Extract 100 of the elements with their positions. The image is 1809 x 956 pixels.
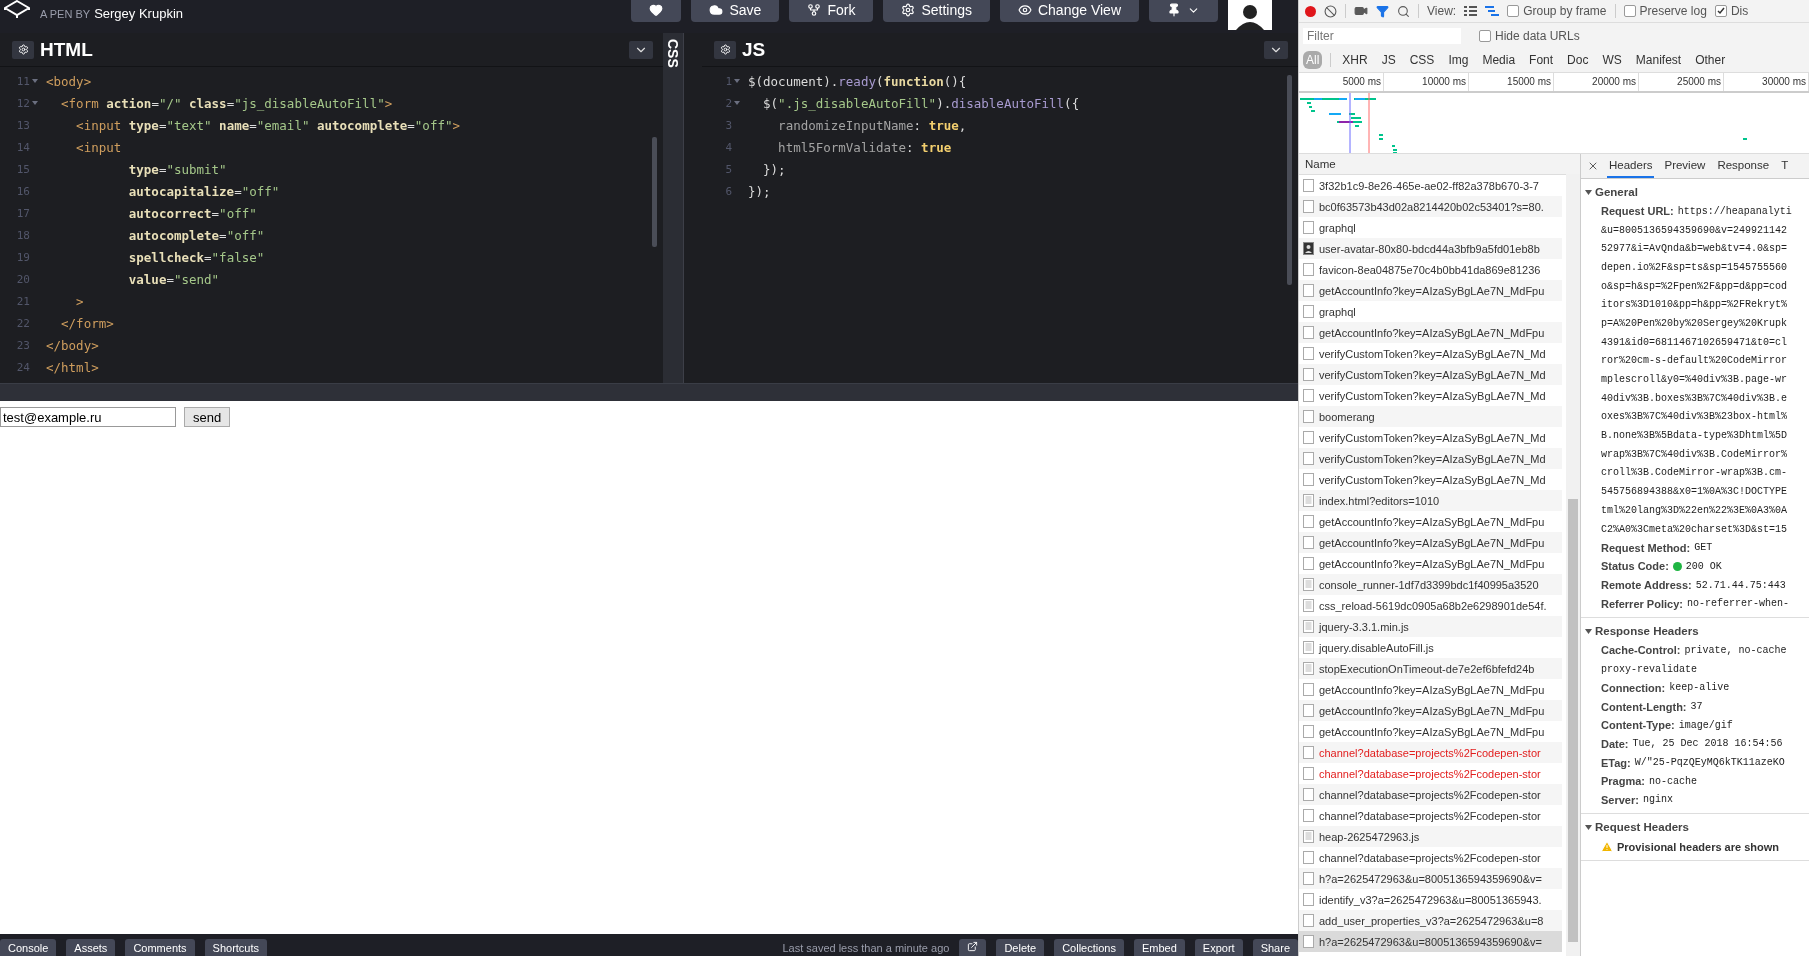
send-button[interactable]: send xyxy=(184,407,231,427)
request-row[interactable]: heap-2625472963.js xyxy=(1299,826,1562,847)
header-value: depen.io%2F&sp=ts&sp=1545755560 xyxy=(1601,261,1788,273)
request-row[interactable]: verifyCustomToken?key=AIzaSyBgLAe7N_Md xyxy=(1299,364,1562,385)
code-line: $(".js_disableAutoFill").disableAutoFill({ xyxy=(762,95,1080,111)
chevron-button[interactable] xyxy=(1264,40,1288,59)
section-header[interactable]: General xyxy=(1581,182,1642,202)
request-row[interactable]: getAccountInfo?key=AIzaSyBgLAe7N_MdFpu xyxy=(1299,322,1562,343)
filter-icon[interactable] xyxy=(1376,4,1389,18)
document-icon xyxy=(1303,662,1314,675)
header-value: private, no-cache xyxy=(1684,644,1787,656)
footer-button[interactable]: Delete xyxy=(996,939,1045,956)
clear-icon[interactable] xyxy=(1324,4,1337,18)
column-header[interactable]: Name xyxy=(1305,158,1336,170)
request-row[interactable]: user-avatar-80x80-bdcd44a3bfb9a5fd01eb8b xyxy=(1299,238,1562,259)
request-row[interactable]: h?a=2625472963&u=8005136594359690&v= xyxy=(1299,931,1562,952)
heart-button[interactable] xyxy=(631,0,682,22)
header-name: Content-Type: xyxy=(1601,719,1675,732)
line-number: 14 xyxy=(16,140,30,154)
type-filter[interactable]: XHR xyxy=(1339,51,1371,69)
toolbar-button[interactable]: Change View xyxy=(999,0,1139,22)
section-header[interactable]: Response Headers xyxy=(1581,621,1703,642)
footer-button[interactable]: Assets xyxy=(66,939,116,956)
fold-icon[interactable] xyxy=(32,100,38,106)
footer-button[interactable]: Share xyxy=(1252,939,1298,956)
settings-button[interactable] xyxy=(714,40,736,59)
type-filter[interactable]: WS xyxy=(1599,51,1625,69)
tab[interactable]: Headers xyxy=(1607,154,1655,178)
type-filter[interactable]: CSS xyxy=(1406,51,1438,69)
checkbox[interactable]: Dis xyxy=(1714,4,1749,18)
document-icon xyxy=(1303,620,1314,633)
fold-icon[interactable] xyxy=(32,78,38,84)
footer-button[interactable]: Console xyxy=(0,939,57,956)
record-button[interactable] xyxy=(1305,5,1316,17)
type-filter[interactable]: Other xyxy=(1692,51,1729,69)
request-row[interactable]: boomerang xyxy=(1299,406,1562,427)
line-number: 22 xyxy=(16,316,30,330)
header-name: Status Code: xyxy=(1601,560,1669,573)
list-view-icon[interactable] xyxy=(1464,5,1478,17)
request-row[interactable]: getAccountInfo?key=AIzaSyBgLAe7N_MdFpu xyxy=(1299,700,1562,721)
type-filter[interactable]: Manifest xyxy=(1632,51,1685,69)
request-row[interactable]: bc0f63573b43d02a8214420b02c53401?s=80. xyxy=(1299,196,1562,217)
request-row[interactable]: h?a=2625472963&u=8005136594359690&v= xyxy=(1299,868,1562,889)
fold-icon[interactable] xyxy=(734,78,740,84)
scrollbar-thumb[interactable] xyxy=(652,137,657,247)
checkbox[interactable]: Preserve log xyxy=(1623,4,1707,18)
type-filter[interactable]: Font xyxy=(1526,51,1557,69)
request-row[interactable]: getAccountInfo?key=AIzaSyBgLAe7N_MdFpu xyxy=(1299,280,1562,301)
code-line: spellcheck="false" xyxy=(127,249,265,265)
toolbar-button[interactable]: Save xyxy=(691,0,780,22)
type-filter[interactable]: Media xyxy=(1479,51,1519,69)
scrollbar-thumb[interactable] xyxy=(1287,75,1292,285)
header-value: 545756894388&x0=1%0A%3C!DOCTYPE xyxy=(1601,486,1788,498)
search-icon[interactable] xyxy=(1397,4,1410,18)
file-icon xyxy=(1303,305,1314,318)
section-header[interactable]: Request Headers xyxy=(1581,817,1693,838)
request-row[interactable]: jquery-3.3.1.min.js xyxy=(1299,616,1562,637)
eye-icon xyxy=(1017,3,1032,17)
scrollbar[interactable] xyxy=(1566,174,1580,956)
request-row[interactable]: console_runner-1df7d3399bdc1f40995a3520 xyxy=(1299,574,1562,595)
file-icon xyxy=(1303,326,1314,339)
request-row[interactable]: index.html?editors=1010 xyxy=(1299,490,1562,511)
tab[interactable]: Response xyxy=(1715,154,1772,178)
waterfall-icon[interactable] xyxy=(1485,5,1500,17)
footer-button[interactable]: Embed xyxy=(1134,939,1185,956)
avatar-icon[interactable] xyxy=(1228,0,1272,30)
footer-button[interactable]: Shortcuts xyxy=(204,939,268,956)
fold-icon[interactable] xyxy=(734,100,740,106)
type-filter[interactable]: Doc xyxy=(1564,51,1592,69)
toolbar-button[interactable]: Fork xyxy=(789,0,874,22)
footer-button[interactable]: Comments xyxy=(125,939,195,956)
toolbar-button[interactable]: Settings xyxy=(883,0,990,22)
header-value: wrap%3B%7C%40div%3B.CodeMirror% xyxy=(1601,448,1788,460)
document-icon xyxy=(1303,578,1314,591)
filter-field[interactable]: Filter xyxy=(1303,27,1461,44)
request-row[interactable]: stopExecutionOnTimeout-de7e2ef6bfefd24b xyxy=(1299,658,1562,679)
camera-icon[interactable] xyxy=(1354,4,1368,18)
request-row[interactable]: add_user_properties_v3?a=2625472963&u=8 xyxy=(1299,910,1562,931)
author-link[interactable]: Sergey Krupkin xyxy=(94,6,184,21)
cloud-icon xyxy=(709,3,724,17)
checkbox[interactable]: Hide data URLs xyxy=(1479,28,1580,43)
email-field[interactable]: test@example.ru xyxy=(0,407,176,427)
settings-button[interactable] xyxy=(12,40,34,59)
request-row[interactable]: verifyCustomToken?key=AIzaSyBgLAe7N_Md xyxy=(1299,448,1562,469)
request-row[interactable]: channel?database=projects%2Fcodepen-stor xyxy=(1299,742,1562,763)
request-row[interactable]: channel?database=projects%2Fcodepen-stor xyxy=(1299,784,1562,805)
checkbox[interactable]: Group by frame xyxy=(1507,4,1607,18)
tab[interactable]: T xyxy=(1779,154,1791,178)
tab[interactable]: Preview xyxy=(1662,154,1708,178)
chevron-button[interactable] xyxy=(629,40,653,59)
header-name: Cache-Control: xyxy=(1601,644,1681,657)
external-link-button[interactable] xyxy=(959,939,987,956)
editor-title: JS xyxy=(742,38,766,61)
footer-button[interactable]: Collections xyxy=(1054,939,1124,956)
request-row[interactable]: getAccountInfo?key=AIzaSyBgLAe7N_MdFpu xyxy=(1299,532,1562,553)
logo-icon[interactable] xyxy=(4,0,30,18)
type-filter[interactable]: JS xyxy=(1378,51,1399,69)
footer-button[interactable]: Export xyxy=(1194,939,1243,956)
type-filter[interactable]: Img xyxy=(1445,51,1472,69)
pin-button[interactable] xyxy=(1149,0,1218,22)
